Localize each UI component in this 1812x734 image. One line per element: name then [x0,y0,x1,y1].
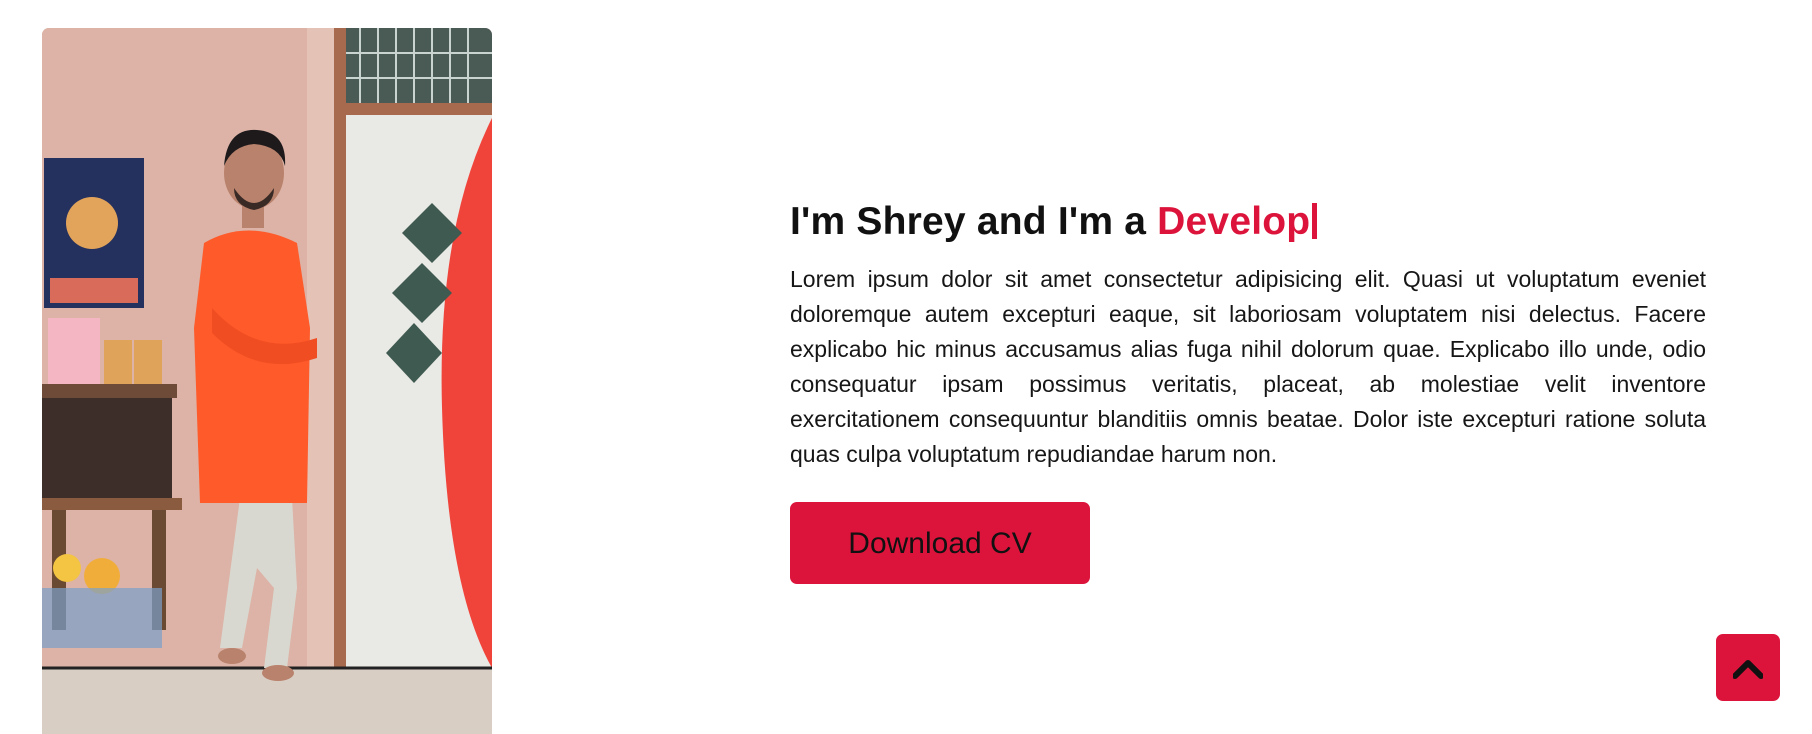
scroll-to-top-button[interactable] [1716,634,1780,701]
about-heading: I'm Shrey and I'm a Develop [790,196,1706,248]
about-content: I'm Shrey and I'm a Develop Lorem ipsum … [790,196,1706,584]
about-section: I'm Shrey and I'm a Develop Lorem ipsum … [0,0,1812,734]
typing-role-text: Develop [1157,200,1311,243]
profile-photo [42,28,492,734]
typing-cursor [1312,203,1318,239]
heading-prefix: I'm Shrey and I'm a [790,200,1158,243]
about-description: Lorem ipsum dolor sit amet consectetur a… [790,266,1706,467]
chevron-up-icon [1733,659,1763,679]
download-cv-button[interactable]: Download CV [790,502,1090,584]
profile-photo-image [42,28,492,734]
